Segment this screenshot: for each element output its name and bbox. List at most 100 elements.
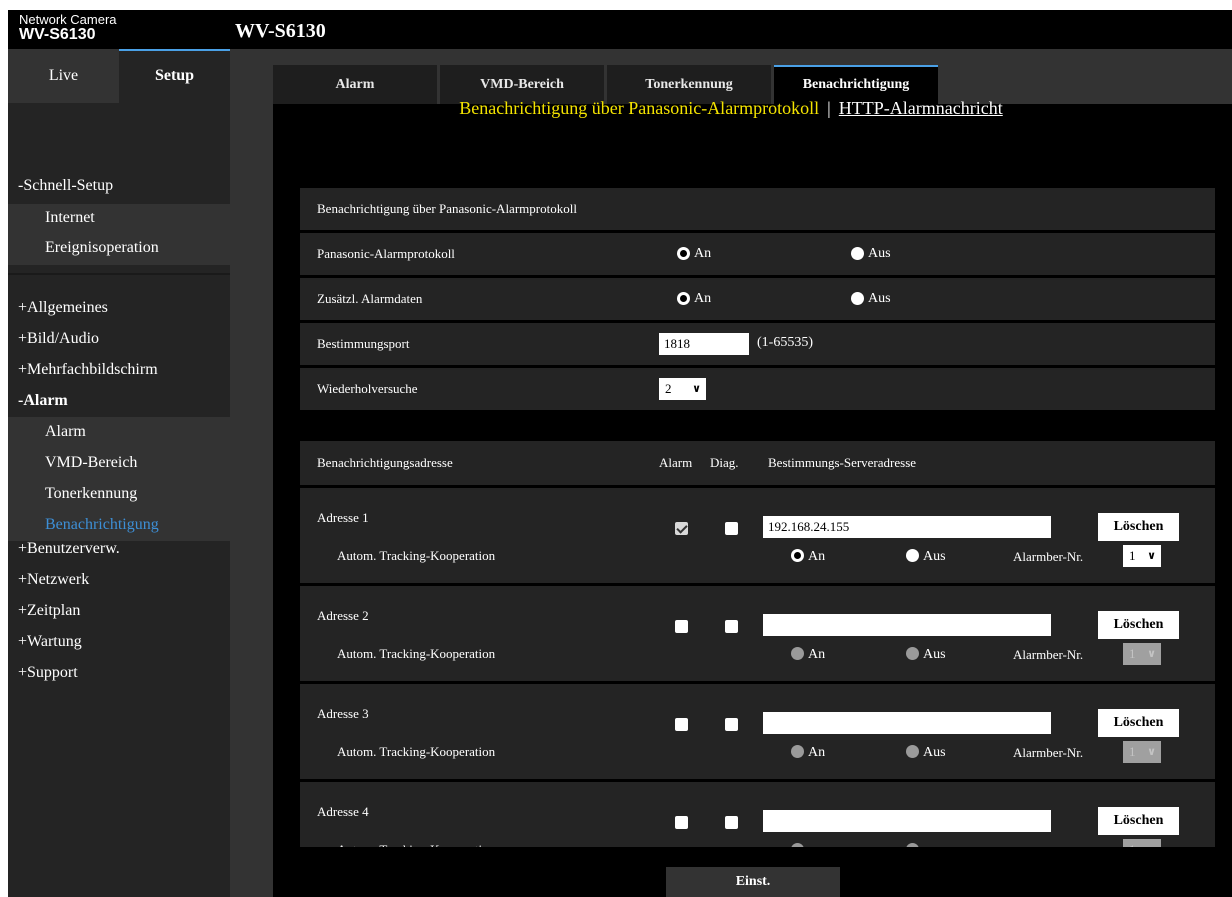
server-address-input[interactable]	[763, 810, 1051, 832]
sublink-panasonic-protocol: Benachrichtigung über Panasonic-Alarmpro…	[459, 98, 820, 118]
address-header-row: Benachrichtigungsadresse Alarm Diag. Bes…	[300, 441, 1215, 485]
section-title: Benachrichtigung über Panasonic-Alarmpro…	[317, 201, 577, 216]
camera-setup-window: Network Camera WV-S6130 WV-S6130 Live Se…	[8, 10, 1232, 897]
sidebar-item-bild-audio[interactable]: +Bild/Audio	[18, 330, 99, 348]
address-label: Adresse 2	[317, 608, 369, 623]
tracking-off-label: Aus	[923, 549, 946, 564]
protocol-off-label: Aus	[868, 246, 891, 261]
extra-on-radio[interactable]	[677, 292, 690, 305]
tracking-on-label: An	[808, 549, 826, 564]
extra-data-row: Zusätzl. Alarmdaten An Aus	[300, 278, 1215, 320]
sidebar-item-tonerkennung[interactable]: Tonerkennung	[45, 485, 137, 503]
protocol-label: Panasonic-Alarmprotokoll	[317, 246, 455, 261]
sidebar-item-benutzerverw[interactable]: +Benutzerverw.	[18, 540, 120, 558]
tracking-on-radio[interactable]	[791, 843, 804, 847]
sublink-separator: |	[827, 98, 831, 118]
port-label: Bestimmungsport	[317, 336, 410, 351]
tracking-off-radio[interactable]	[906, 647, 919, 660]
sidebar-item-zeitplan[interactable]: +Zeitplan	[18, 602, 80, 620]
delete-button[interactable]: Löschen	[1098, 709, 1179, 737]
sidebar-item-ereignisoperation[interactable]: Ereignisoperation	[45, 239, 159, 257]
port-range: (1-65535)	[757, 335, 813, 350]
sidebar-item-wartung[interactable]: +Wartung	[18, 633, 82, 651]
extra-off-radio[interactable]	[851, 292, 864, 305]
sub-navigation: Benachrichtigung über Panasonic-Alarmpro…	[230, 98, 1232, 119]
sidebar-item-vmd-bereich[interactable]: VMD-Bereich	[45, 454, 137, 472]
chevron-down-icon: ∨	[1147, 648, 1156, 660]
protocol-off-radio[interactable]	[851, 247, 864, 260]
sidebar-item-schnell-setup[interactable]: -Schnell-Setup	[18, 177, 113, 195]
alarm-checkbox[interactable]	[675, 816, 688, 829]
delete-button[interactable]: Löschen	[1098, 807, 1179, 835]
protocol-on-label: An	[694, 246, 712, 261]
tracking-off-radio[interactable]	[906, 549, 919, 562]
alarm-no-value: 1	[1129, 842, 1136, 847]
tracking-off-radio[interactable]	[906, 843, 919, 847]
tab-live[interactable]: Live	[8, 49, 119, 103]
alarm-checkbox[interactable]	[675, 718, 688, 731]
retry-value: 2	[665, 381, 672, 396]
alarm-no-value: 1	[1129, 548, 1136, 563]
address-label: Adresse 4	[317, 804, 369, 819]
sublink-http-alarm[interactable]: HTTP-Alarmnachricht	[839, 98, 1003, 118]
extra-on-label: An	[694, 291, 712, 306]
alarm-no-select[interactable]: 1 ∨	[1123, 643, 1161, 665]
diag-checkbox[interactable]	[725, 522, 738, 535]
tracking-on-radio[interactable]	[791, 745, 804, 758]
retry-row: Wiederholversuche 2 ∨	[300, 368, 1215, 410]
diag-checkbox[interactable]	[725, 718, 738, 731]
sidebar-item-benachrichtigung[interactable]: Benachrichtigung	[45, 516, 159, 534]
schnell-setup-group: Internet Ereignisoperation	[8, 204, 230, 265]
col-server: Bestimmungs-Serveradresse	[768, 455, 917, 470]
mode-tabs: Live Setup	[8, 49, 230, 103]
submit-button[interactable]: Einst.	[666, 867, 840, 897]
retry-select[interactable]: 2 ∨	[659, 378, 706, 400]
server-address-input[interactable]	[763, 614, 1051, 636]
col-diag: Diag.	[710, 455, 739, 470]
sidebar-item-allgemeines[interactable]: +Allgemeines	[18, 299, 108, 317]
alarm-checkbox[interactable]	[675, 620, 688, 633]
sidebar-item-netzwerk[interactable]: +Netzwerk	[18, 571, 89, 589]
port-row: Bestimmungsport 1818 (1-65535)	[300, 323, 1215, 365]
extra-off-label: Aus	[868, 291, 891, 306]
tracking-on-radio[interactable]	[791, 549, 804, 562]
alarm-no-label: Alarmber-Nr.	[1013, 549, 1084, 564]
page-title: WV-S6130	[235, 20, 326, 42]
delete-button[interactable]: Löschen	[1098, 513, 1179, 541]
tracking-off-label: Aus	[923, 745, 946, 760]
protocol-on-radio[interactable]	[677, 247, 690, 260]
brand-model: WV-S6130	[19, 26, 96, 43]
sidebar-item-mehrfachbildschirm[interactable]: +Mehrfachbildschirm	[18, 361, 158, 379]
tracking-on-label: An	[808, 745, 826, 760]
alarm-checkbox[interactable]	[675, 522, 688, 535]
address-row-2: Adresse 2 Autom. Tracking-Kooperation Lö…	[300, 586, 1215, 681]
brand-label: Network Camera	[19, 12, 117, 27]
server-address-input[interactable]	[763, 712, 1051, 734]
tracking-on-radio[interactable]	[791, 647, 804, 660]
delete-button[interactable]: Löschen	[1098, 611, 1179, 639]
alarm-group: Alarm VMD-Bereich Tonerkennung Benachric…	[8, 417, 230, 541]
sidebar-item-support[interactable]: +Support	[18, 664, 78, 682]
sidebar: Live Setup -Schnell-Setup Internet Ereig…	[8, 49, 230, 897]
alarm-no-select[interactable]: 1 ∨	[1123, 545, 1161, 567]
port-input[interactable]: 1818	[659, 333, 749, 355]
tracking-label: Autom. Tracking-Kooperation	[337, 646, 496, 661]
diag-checkbox[interactable]	[725, 816, 738, 829]
diag-checkbox[interactable]	[725, 620, 738, 633]
tracking-off-radio[interactable]	[906, 745, 919, 758]
sidebar-item-alarm[interactable]: Alarm	[45, 423, 86, 441]
alarm-no-select[interactable]: 1	[1123, 839, 1161, 847]
address-row-1: Adresse 1 Autom. Tracking-Kooperation 19…	[300, 488, 1215, 583]
alarm-no-value: 1	[1129, 646, 1136, 661]
retry-label: Wiederholversuche	[317, 381, 418, 396]
sidebar-item-alarm-group[interactable]: -Alarm	[18, 392, 68, 410]
address-label: Adresse 3	[317, 706, 369, 721]
alarm-no-label: Alarmber-Nr.	[1013, 745, 1084, 760]
tracking-label: Autom. Tracking-Kooperation	[337, 744, 496, 759]
sidebar-item-internet[interactable]: Internet	[45, 209, 95, 227]
top-header: Network Camera WV-S6130 WV-S6130	[8, 10, 1232, 49]
tab-setup[interactable]: Setup	[119, 49, 230, 103]
chevron-down-icon: ∨	[692, 383, 701, 395]
server-address-input[interactable]: 192.168.24.155	[763, 516, 1051, 538]
alarm-no-select[interactable]: 1 ∨	[1123, 741, 1161, 763]
